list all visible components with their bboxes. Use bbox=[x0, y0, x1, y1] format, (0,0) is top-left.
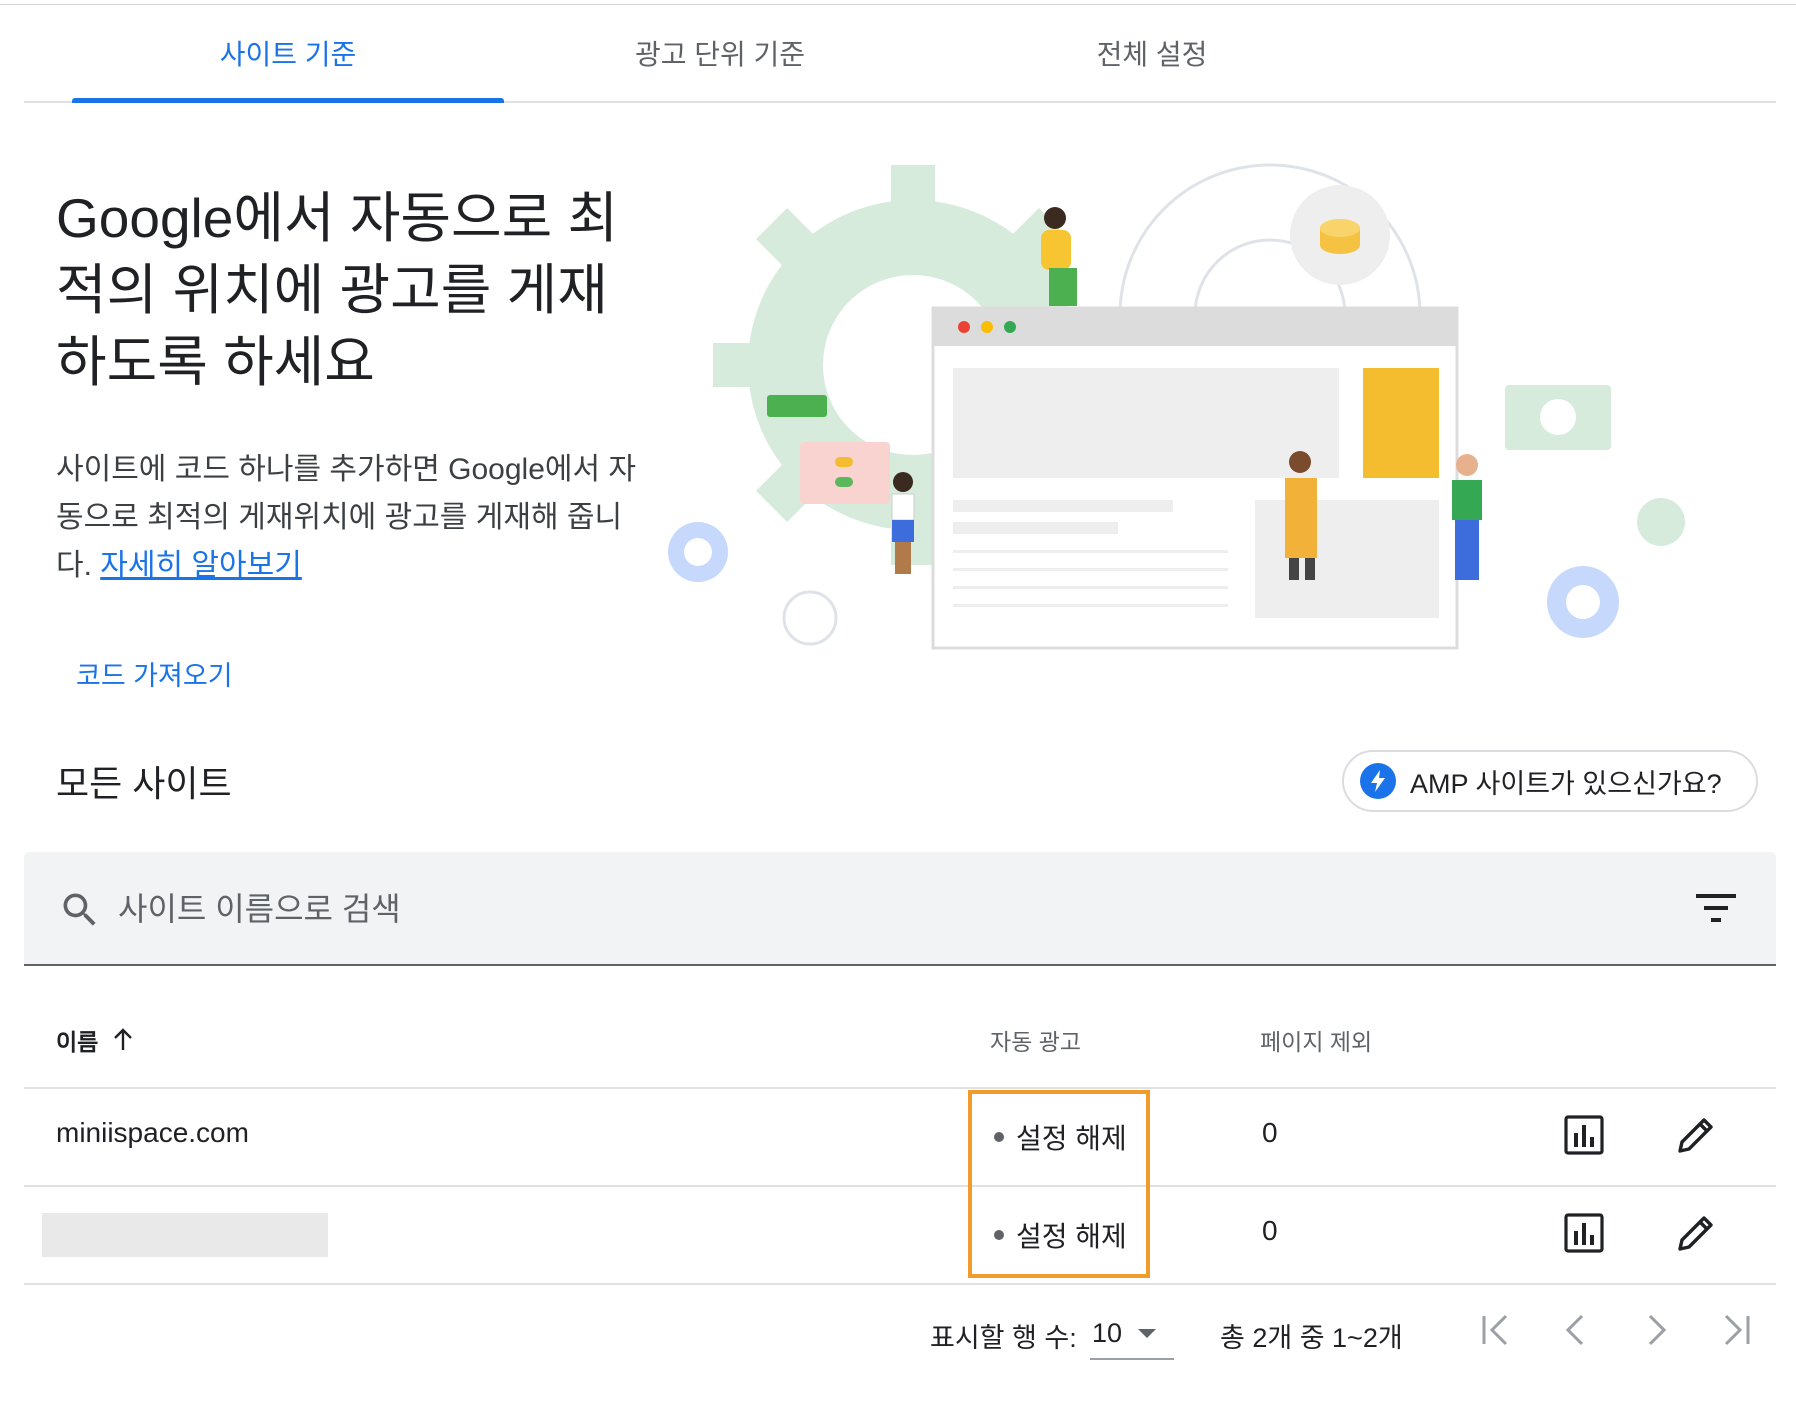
person-left-figure bbox=[891, 472, 915, 574]
auto-ads-status: 설정 해제 bbox=[994, 1215, 1127, 1255]
table-row[interactable]: miniispace.com 설정 해제 0 bbox=[24, 1089, 1776, 1187]
get-code-button[interactable]: 코드 가져오기 bbox=[60, 648, 249, 699]
hero-description: 사이트에 코드 하나를 추가하면 Google에서 자동으로 최적의 게재위치에… bbox=[56, 446, 656, 590]
lightning-icon bbox=[1360, 763, 1396, 799]
status-label: 설정 해제 bbox=[1016, 1123, 1127, 1154]
status-label: 설정 해제 bbox=[1016, 1221, 1127, 1252]
report-icon[interactable] bbox=[1564, 1115, 1604, 1155]
tab-global-settings[interactable]: 전체 설정 bbox=[936, 5, 1368, 101]
first-page-icon[interactable] bbox=[1474, 1308, 1518, 1352]
tab-by-ad-unit[interactable]: 광고 단위 기준 bbox=[504, 5, 936, 101]
learn-more-link[interactable]: 자세히 알아보기 bbox=[100, 549, 302, 582]
tab-by-site[interactable]: 사이트 기준 bbox=[72, 5, 504, 103]
arrow-up-icon bbox=[114, 1028, 133, 1050]
redacted-site-name bbox=[42, 1213, 328, 1257]
column-header-auto-ads: 자동 광고 bbox=[990, 1029, 1082, 1055]
rows-per-page-select[interactable]: 10 bbox=[1090, 1308, 1174, 1360]
dropdown-caret-icon bbox=[1138, 1328, 1157, 1338]
auto-ads-illustration bbox=[668, 163, 1685, 650]
site-search-input[interactable] bbox=[116, 882, 1520, 936]
toggle-card-shape bbox=[800, 442, 890, 504]
site-name: miniispace.com bbox=[56, 1117, 249, 1148]
sites-table: 이름 자동 광고 페이지 제외 miniispace.com 설정 해제 0 설… bbox=[24, 965, 1776, 1285]
last-page-icon[interactable] bbox=[1714, 1308, 1758, 1352]
table-header: 이름 자동 광고 페이지 제외 bbox=[24, 965, 1776, 1089]
rows-per-page-label: 표시할 행 수: bbox=[930, 1323, 1077, 1353]
status-dot bbox=[994, 1132, 1004, 1142]
browser-window bbox=[931, 306, 1459, 650]
amp-sites-button[interactable]: AMP 사이트가 있으신가요? bbox=[1342, 750, 1758, 812]
pagination: 표시할 행 수: 10 총 2개 중 1~2개 bbox=[0, 1296, 1796, 1366]
hero-title: Google에서 자동으로 최적의 위치에 광고를 게재하도록 하세요 bbox=[56, 187, 619, 393]
green-chip-shape bbox=[767, 395, 827, 417]
pagination-range: 총 2개 중 1~2개 bbox=[1220, 1323, 1403, 1353]
coins-icon bbox=[1320, 219, 1360, 254]
auto-ads-status: 설정 해제 bbox=[994, 1117, 1127, 1157]
outline-gear-small-shape bbox=[782, 590, 838, 646]
amp-sites-label: AMP 사이트가 있으신가요? bbox=[1410, 768, 1722, 799]
search-icon bbox=[63, 893, 96, 926]
excluded-pages-count: 0 bbox=[1262, 1117, 1278, 1148]
filter-icon[interactable] bbox=[1696, 892, 1736, 924]
column-header-excluded-pages: 페이지 제외 bbox=[1260, 1029, 1373, 1055]
excluded-pages-count: 0 bbox=[1262, 1215, 1278, 1246]
tab-bar: 사이트 기준 광고 단위 기준 전체 설정 bbox=[24, 5, 1776, 103]
column-name-label: 이름 bbox=[56, 1029, 99, 1055]
table-row[interactable]: 설정 해제 0 bbox=[24, 1187, 1776, 1285]
rows-per-page-value: 10 bbox=[1092, 1317, 1123, 1348]
column-header-name[interactable]: 이름 bbox=[56, 1023, 134, 1057]
next-page-icon[interactable] bbox=[1634, 1308, 1678, 1352]
edit-icon[interactable] bbox=[1676, 1115, 1716, 1155]
search-bar bbox=[24, 852, 1776, 966]
all-sites-title: 모든 사이트 bbox=[56, 763, 232, 804]
green-gear-small-shape bbox=[1637, 498, 1685, 546]
status-dot bbox=[994, 1230, 1004, 1240]
edit-icon[interactable] bbox=[1676, 1213, 1716, 1253]
report-icon[interactable] bbox=[1564, 1213, 1604, 1253]
prev-page-icon[interactable] bbox=[1554, 1308, 1598, 1352]
